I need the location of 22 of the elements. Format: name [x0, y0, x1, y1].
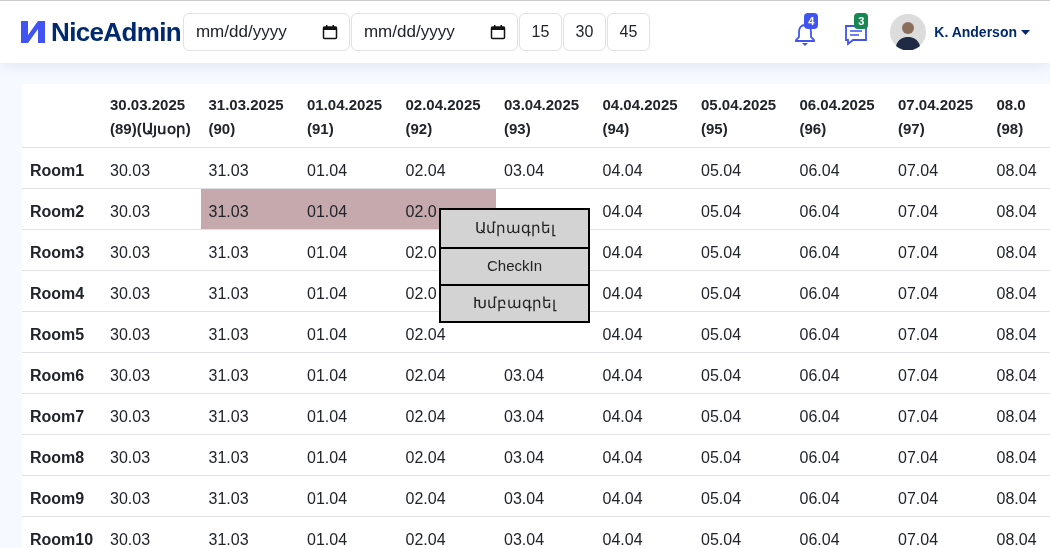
column-header: 01.04.2025 (91) [306, 95, 384, 139]
room-label: Room10 [30, 532, 94, 548]
column-header: 08.0 (98) [995, 95, 1027, 139]
column-header: 30.03.2025 (89)(Այսօր) [109, 95, 192, 140]
room-label: Room3 [30, 245, 85, 261]
column-header: 05.04.2025 (95) [700, 95, 778, 139]
column-header: 04.04.2025 (94) [601, 95, 679, 139]
room-label: Room9 [30, 491, 85, 507]
column-header: 02.04.2025 (92) [404, 95, 482, 139]
column-header: 07.04.2025 (97) [897, 95, 975, 139]
column-header: 03.04.2025 (93) [503, 95, 581, 139]
room-label: Room2 [30, 204, 85, 220]
room-label: Room6 [30, 368, 85, 384]
room-label: Room5 [30, 327, 85, 343]
messages-badge: 3 [854, 13, 869, 29]
column-header: 06.04.2025 (96) [798, 95, 876, 139]
room-label: Room4 [30, 286, 85, 302]
room-label: Room8 [30, 450, 85, 466]
room-label: Room1 [30, 163, 85, 179]
notifications-badge: 4 [804, 13, 819, 29]
column-header: 31.03.2025 (90) [207, 95, 285, 139]
room-label: Room7 [30, 409, 85, 425]
